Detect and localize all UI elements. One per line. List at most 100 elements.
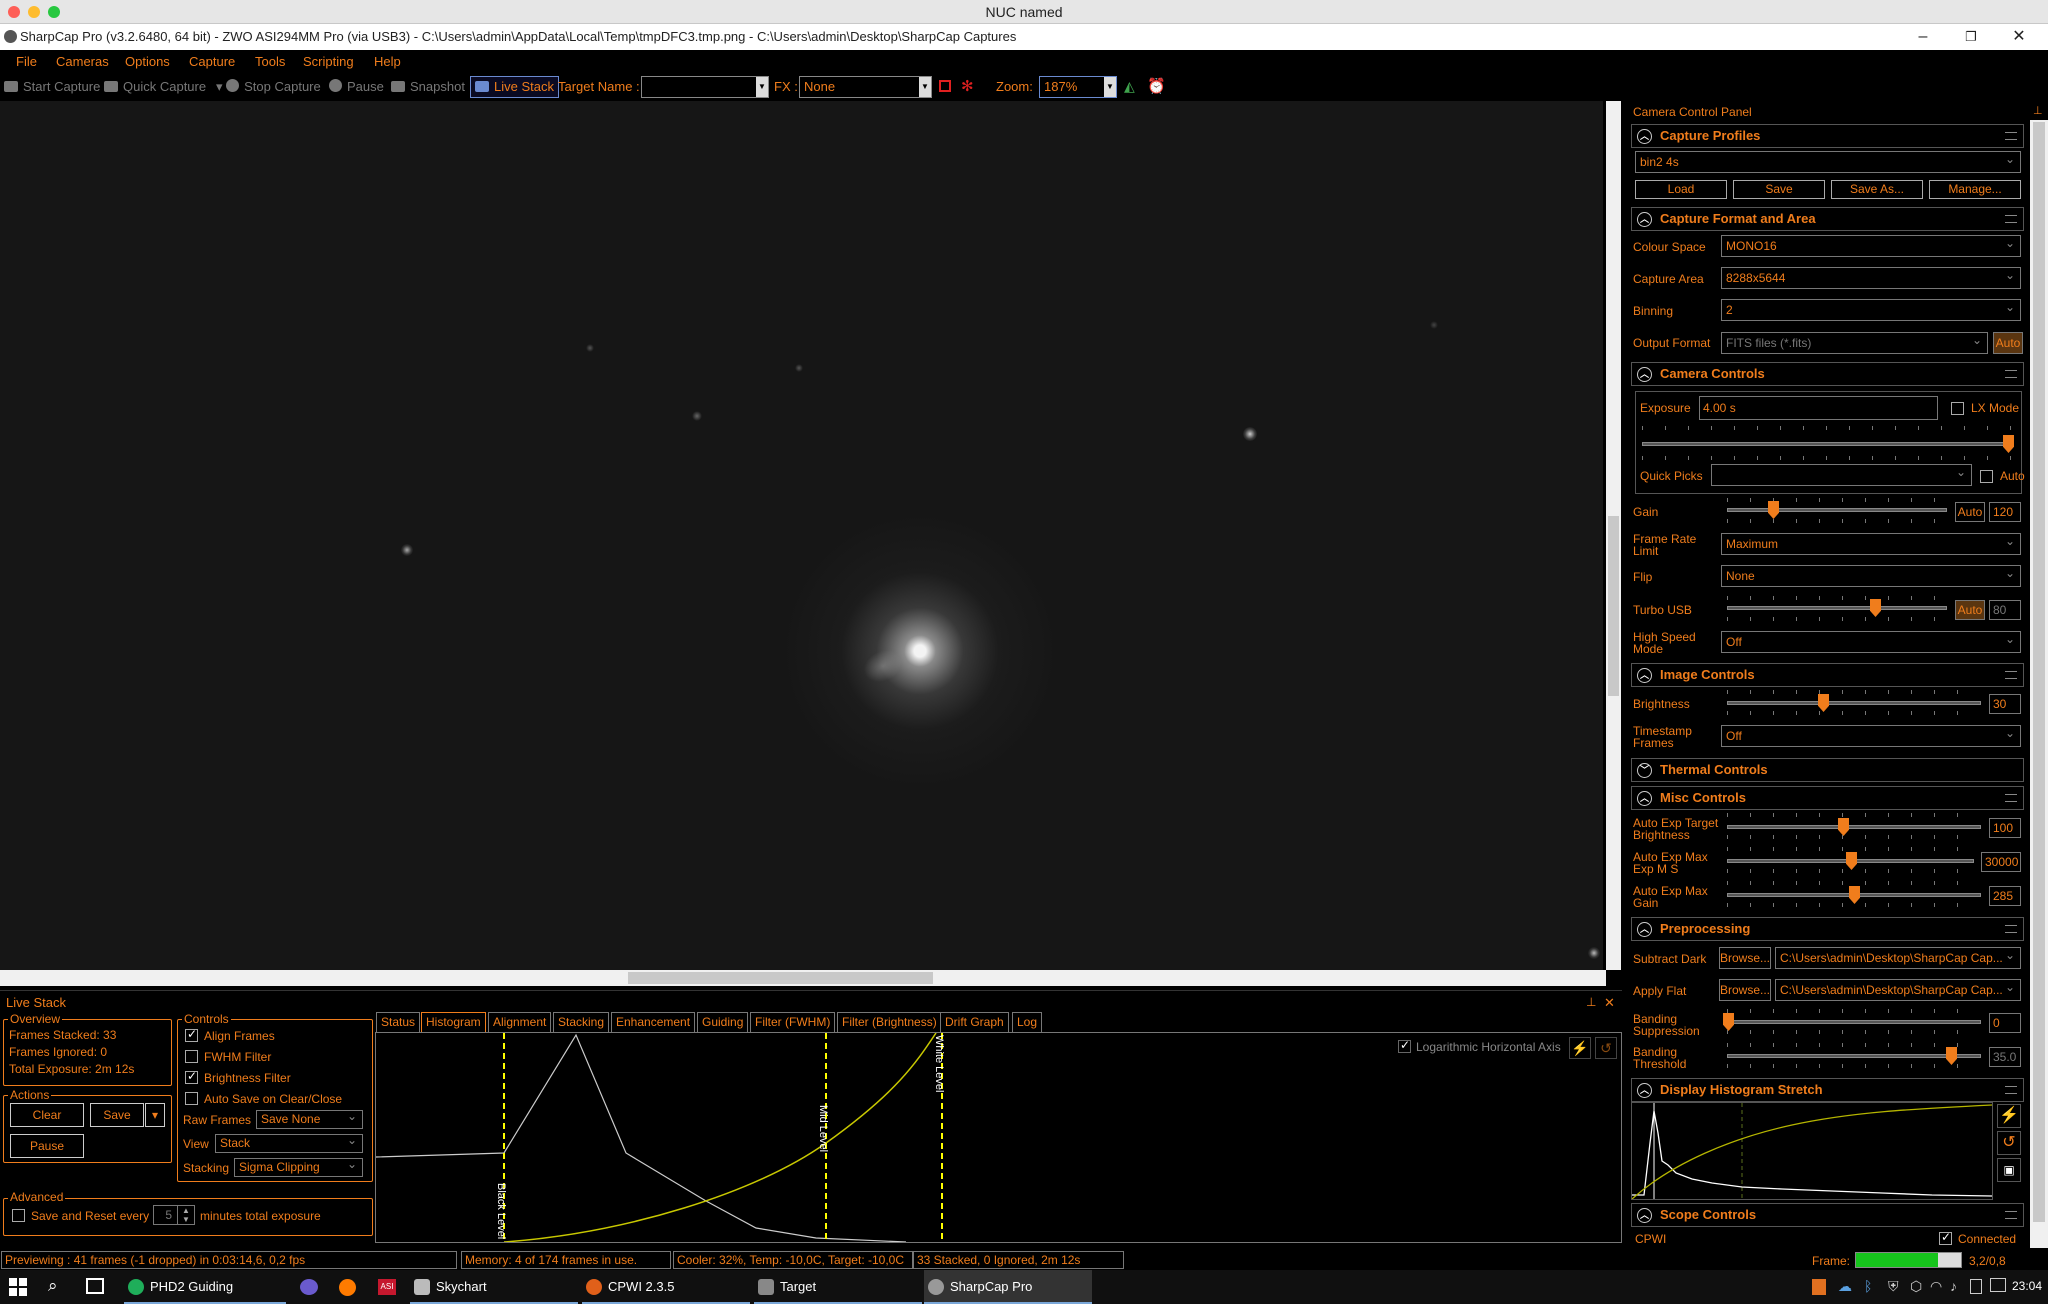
menu-file[interactable]: File bbox=[16, 54, 37, 69]
capture-profiles-header[interactable]: ︿ Capture Profiles bbox=[1631, 124, 2024, 148]
raw-frames-select[interactable]: Save None bbox=[256, 1108, 363, 1129]
binning-select[interactable]: 2 bbox=[1721, 297, 2021, 321]
image-controls-header[interactable]: ︿ Image Controls bbox=[1631, 663, 2024, 687]
tray-icon[interactable]: ⬡ bbox=[1910, 1278, 1922, 1295]
menu-icon[interactable] bbox=[2005, 1211, 2017, 1219]
turbo-auto-button[interactable]: Auto bbox=[1955, 600, 1985, 620]
scroll-thumb[interactable] bbox=[2033, 122, 2045, 1222]
tab-drift-graph[interactable]: Drift Graph bbox=[940, 1012, 1009, 1032]
banding-thr-slider[interactable] bbox=[1727, 1047, 1981, 1065]
app-icon[interactable] bbox=[300, 1279, 318, 1295]
save-stretch-icon[interactable]: ▣ bbox=[1997, 1158, 2021, 1182]
dark-path-select[interactable]: C:\Users\admin\Desktop\SharpCap Cap... bbox=[1775, 945, 2021, 969]
menu-icon[interactable] bbox=[2005, 132, 2017, 140]
menu-icon[interactable] bbox=[2005, 215, 2017, 223]
menu-scripting[interactable]: Scripting bbox=[303, 54, 354, 69]
panel-scrollbar[interactable] bbox=[2030, 120, 2048, 1248]
browse-flat-button[interactable]: Browse... bbox=[1719, 979, 1771, 1001]
restore-icon[interactable]: ❐ bbox=[1948, 24, 1994, 50]
histogram-icon[interactable]: ◭ bbox=[1124, 78, 1135, 95]
tab-enhancement[interactable]: Enhancement bbox=[611, 1012, 696, 1032]
reticle-square-icon[interactable] bbox=[939, 80, 951, 92]
quick-capture-button[interactable]: Quick Capture bbox=[104, 79, 206, 94]
capture-area-select[interactable]: 8288x5644 bbox=[1721, 265, 2021, 289]
gain-slider[interactable] bbox=[1727, 501, 1947, 519]
live-stack-button[interactable]: Live Stack bbox=[470, 76, 559, 98]
brightness-filter-checkbox[interactable] bbox=[185, 1069, 198, 1084]
menu-help[interactable]: Help bbox=[374, 54, 401, 69]
save-reset-checkbox[interactable] bbox=[12, 1209, 25, 1222]
browse-dark-button[interactable]: Browse... bbox=[1719, 947, 1771, 969]
pause-stack-button[interactable]: Pause bbox=[10, 1134, 84, 1158]
auto-stretch-icon[interactable]: ⚡ bbox=[1997, 1104, 2021, 1128]
quick-picks-select[interactable] bbox=[1711, 462, 1972, 486]
stack-histogram-graph[interactable]: Black Level Mid Level White Level Logari… bbox=[375, 1032, 1622, 1243]
display-histogram-header[interactable]: ︿ Display Histogram Stretch bbox=[1631, 1078, 2024, 1102]
search-icon[interactable]: ⌕ bbox=[48, 1276, 58, 1296]
log-axis-checkbox[interactable] bbox=[1398, 1038, 1411, 1053]
flip-select[interactable]: None bbox=[1721, 563, 2021, 587]
menu-icon[interactable] bbox=[2005, 794, 2017, 802]
save-as-profile-button[interactable]: Save As... bbox=[1831, 180, 1923, 199]
turbo-value[interactable]: 80 bbox=[1989, 600, 2021, 620]
taskbar-phd2[interactable]: PHD2 Guiding 2.6.9de... bbox=[124, 1270, 286, 1304]
banding-thr-value[interactable]: 35.0 bbox=[1989, 1047, 2021, 1067]
taskbar-cpwi[interactable]: CPWI 2.3.5 bbox=[582, 1270, 750, 1304]
gain-value[interactable]: 120 bbox=[1989, 502, 2021, 522]
profile-select[interactable]: bin2 4s bbox=[1635, 149, 2021, 173]
aeg-slider[interactable] bbox=[1727, 886, 1981, 904]
pin-icon[interactable]: ⊥ bbox=[1586, 995, 1596, 1009]
tab-guiding[interactable]: Guiding bbox=[697, 1012, 749, 1032]
save-stack-button[interactable]: Save bbox=[90, 1103, 144, 1127]
menu-icon[interactable] bbox=[2005, 1086, 2017, 1094]
zoom-dot-icon[interactable] bbox=[48, 6, 60, 18]
load-profile-button[interactable]: Load bbox=[1635, 180, 1727, 199]
save-dropdown-button[interactable]: ▾ bbox=[145, 1103, 165, 1127]
camera-controls-header[interactable]: ︿ Camera Controls bbox=[1631, 362, 2024, 386]
menu-tools[interactable]: Tools bbox=[255, 54, 285, 69]
defender-icon[interactable]: ⛨ bbox=[1888, 1278, 1899, 1295]
banding-supp-slider[interactable] bbox=[1723, 1013, 1981, 1031]
menu-icon[interactable] bbox=[2005, 370, 2017, 378]
reset-stretch-icon[interactable]: ↺ bbox=[1997, 1131, 2021, 1155]
taskbar-skychart[interactable]: Skychart bbox=[410, 1270, 578, 1304]
wifi-icon[interactable]: ◠ bbox=[1930, 1278, 1942, 1295]
viewer-vertical-scrollbar[interactable] bbox=[1606, 101, 1621, 970]
tab-stacking[interactable]: Stacking bbox=[553, 1012, 610, 1032]
manage-profiles-button[interactable]: Manage... bbox=[1929, 180, 2021, 199]
fx-combo[interactable]: None ▼ bbox=[799, 76, 932, 98]
minimize-dot-icon[interactable] bbox=[28, 6, 40, 18]
display-histogram-plot[interactable] bbox=[1631, 1102, 1993, 1200]
start-capture-button[interactable]: Start Capture bbox=[4, 79, 100, 94]
battery-icon[interactable] bbox=[1970, 1279, 1982, 1294]
capture-format-header[interactable]: ︿ Capture Format and Area bbox=[1631, 207, 2024, 231]
aet-slider[interactable] bbox=[1727, 818, 1981, 836]
image-viewer[interactable] bbox=[0, 101, 1603, 970]
lx-mode-checkbox[interactable] bbox=[1951, 402, 1964, 415]
menu-capture[interactable]: Capture bbox=[189, 54, 235, 69]
pin-icon[interactable]: ⊥ bbox=[2033, 104, 2043, 117]
stacking-select[interactable]: Sigma Clipping bbox=[234, 1156, 363, 1177]
reticle-cross-icon[interactable]: ✻ bbox=[961, 77, 974, 95]
aet-value[interactable]: 100 bbox=[1989, 818, 2021, 838]
turbo-slider[interactable] bbox=[1727, 599, 1947, 617]
volume-icon[interactable]: ♪ bbox=[1950, 1278, 1957, 1294]
windows-start-icon[interactable] bbox=[9, 1278, 27, 1296]
pause-button[interactable]: Pause bbox=[329, 79, 384, 94]
menu-options[interactable]: Options bbox=[125, 54, 170, 69]
frame-rate-select[interactable]: Maximum bbox=[1721, 531, 2021, 555]
scroll-thumb[interactable] bbox=[1608, 516, 1619, 696]
menu-cameras[interactable]: Cameras bbox=[56, 54, 109, 69]
connected-checkbox[interactable] bbox=[1939, 1230, 1952, 1245]
brightness-slider[interactable] bbox=[1727, 694, 1981, 712]
tab-status[interactable]: Status bbox=[376, 1012, 421, 1032]
taskbar-target[interactable]: Target bbox=[754, 1270, 922, 1304]
reset-stretch-icon[interactable]: ↺ bbox=[1595, 1037, 1617, 1059]
menu-icon[interactable] bbox=[2005, 671, 2017, 679]
task-view-icon[interactable] bbox=[86, 1278, 104, 1294]
auto-save-checkbox[interactable] bbox=[185, 1092, 198, 1105]
aeg-value[interactable]: 285 bbox=[1989, 886, 2021, 906]
misc-controls-header[interactable]: ︿ Misc Controls bbox=[1631, 786, 2024, 810]
tab-histogram[interactable]: Histogram bbox=[421, 1012, 486, 1032]
view-select[interactable]: Stack bbox=[215, 1132, 363, 1153]
